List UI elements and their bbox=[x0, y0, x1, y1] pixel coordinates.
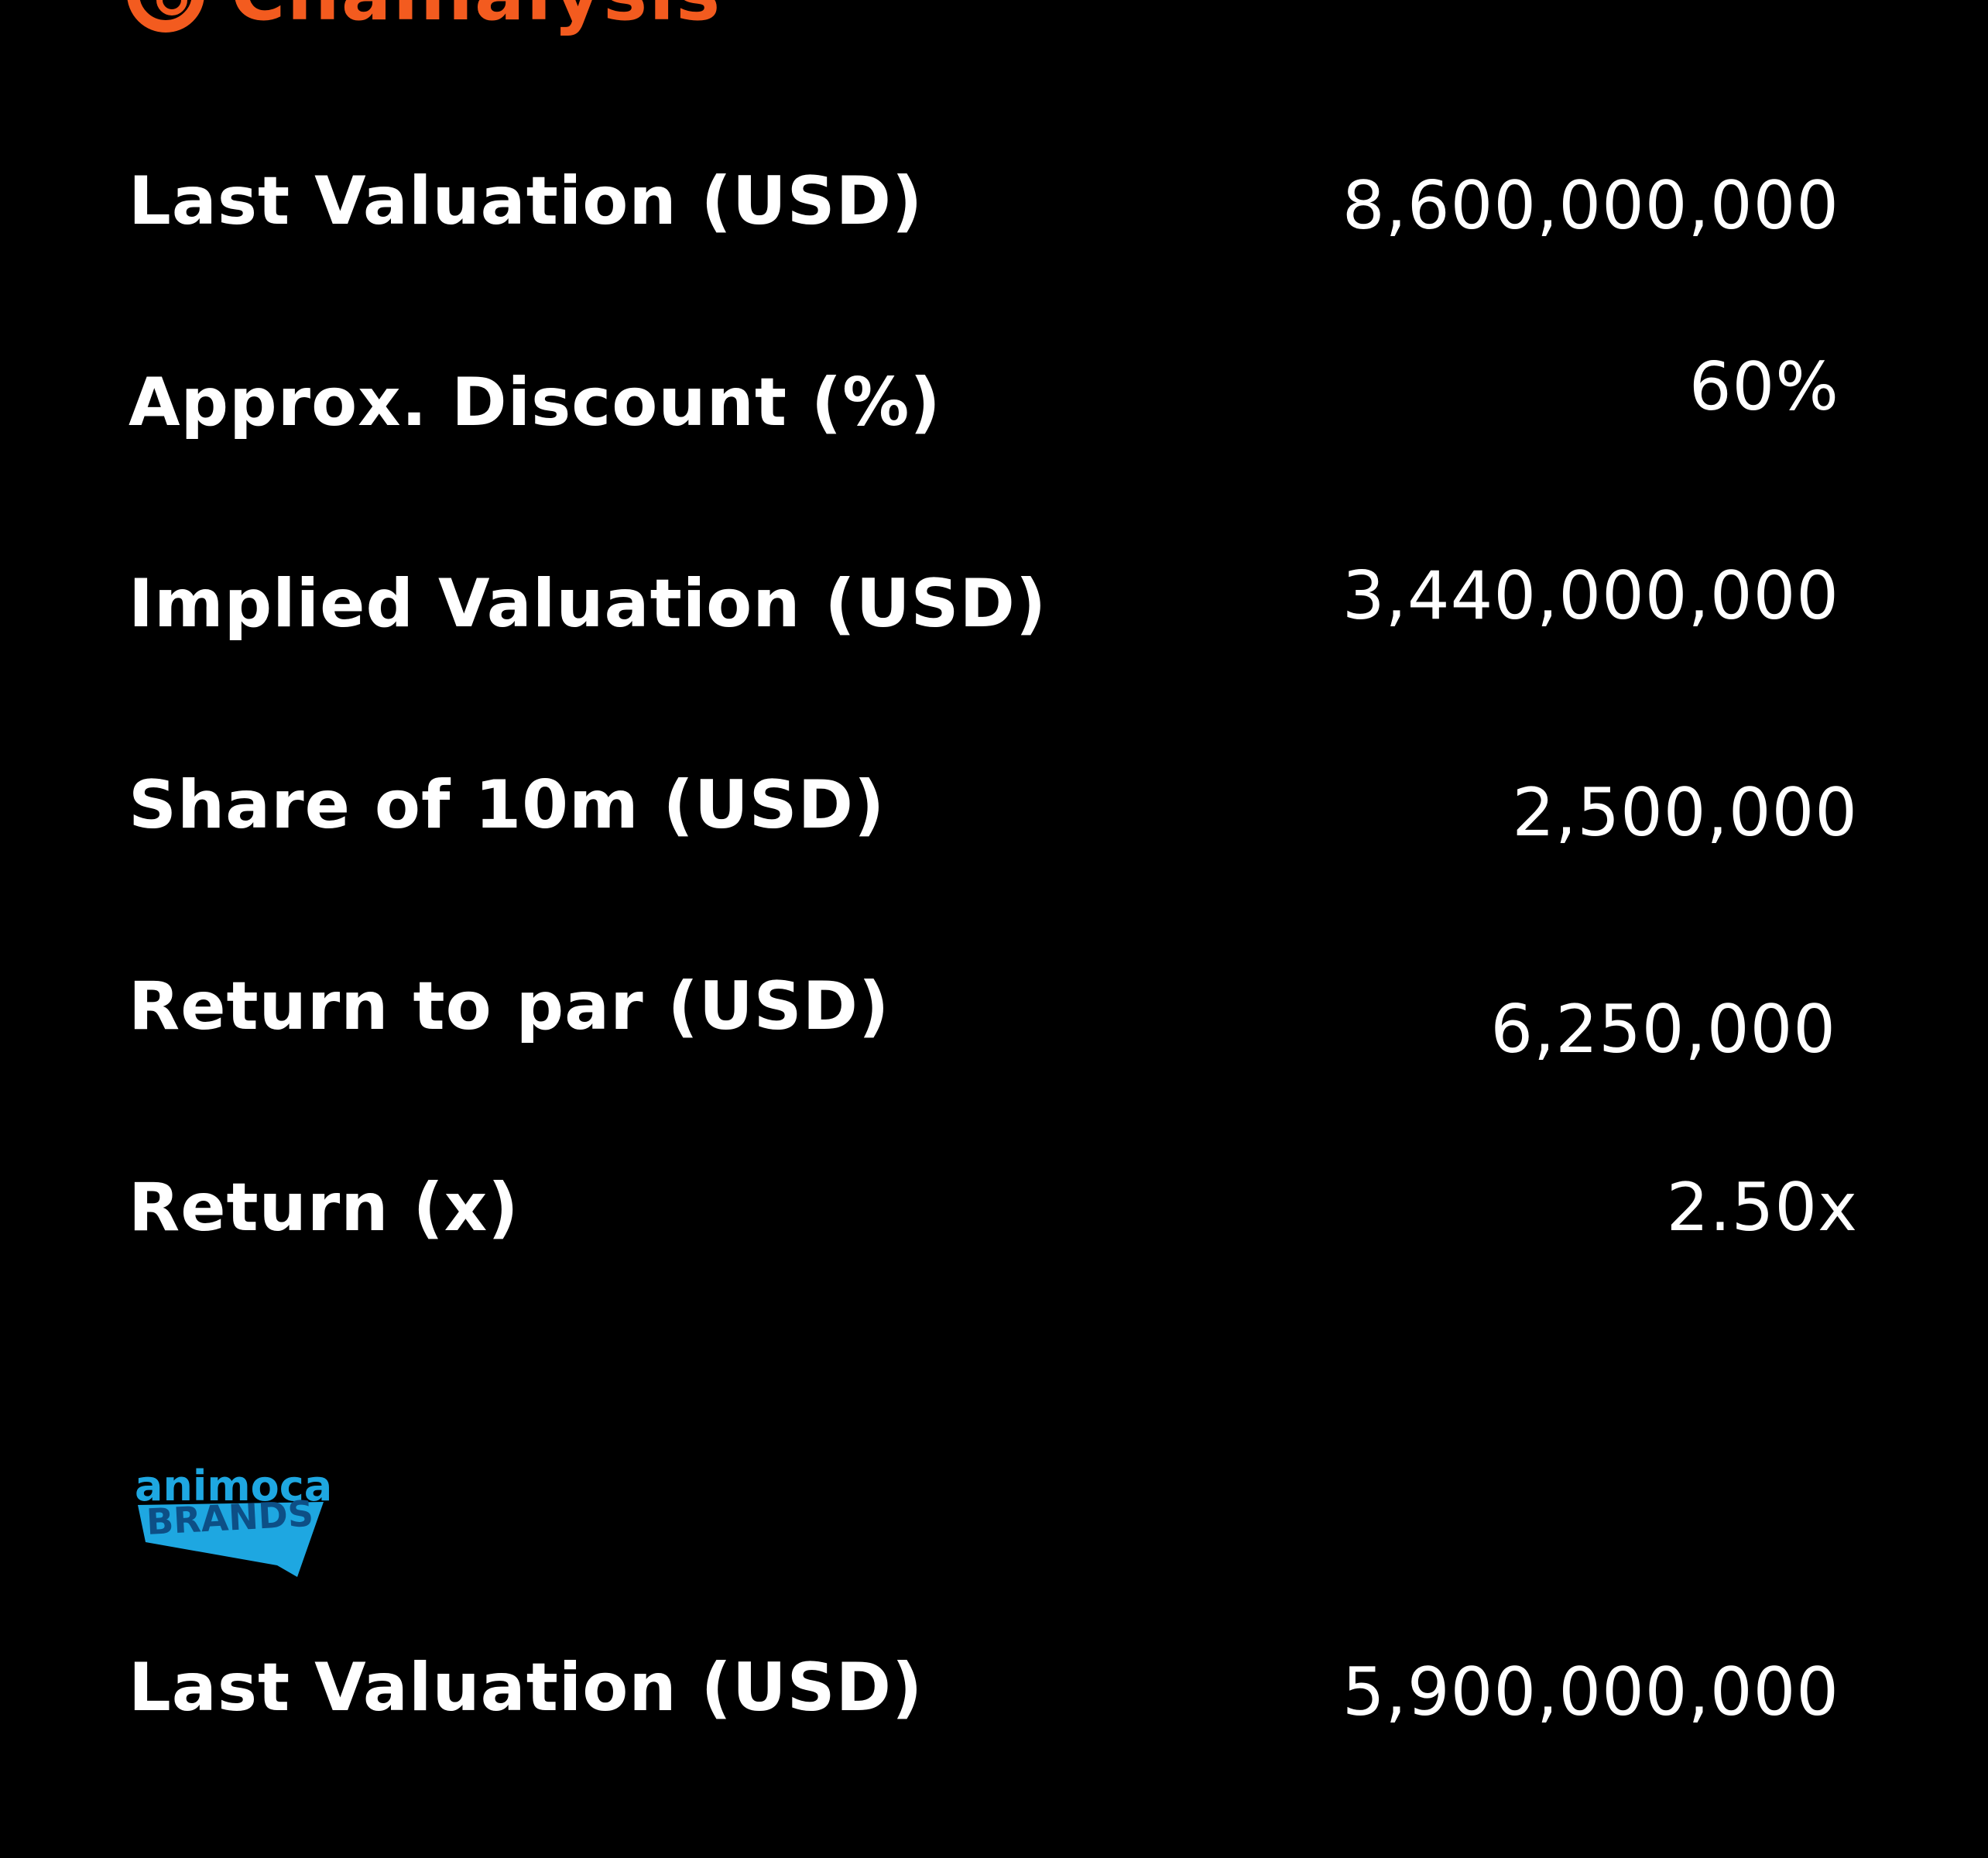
row-value: 2,500,000 bbox=[1512, 774, 1858, 852]
table-row: Return to par (USD) 6,250,000 bbox=[0, 960, 1988, 1068]
animoca-brands-logo-icon: animoca BRANDS bbox=[135, 1462, 332, 1577]
row-value: 5,900,000,000 bbox=[1342, 1654, 1839, 1731]
chainalysis-logo-icon bbox=[127, 0, 204, 33]
svg-text:BRANDS: BRANDS bbox=[146, 1493, 314, 1543]
table-row: Approx. Discount (%) 60% bbox=[0, 348, 1988, 464]
row-value: 60% bbox=[1688, 348, 1839, 426]
table-row: Return (x) 2.50x bbox=[0, 1161, 1988, 1270]
table-row: Last Valuation (USD) 8,600,000,000 bbox=[0, 155, 1988, 263]
row-label: Implied Valuation (USD) bbox=[129, 565, 1047, 643]
row-value: 8,600,000,000 bbox=[1342, 167, 1839, 245]
table-row: Last Valuation (USD) 5,900,000,000 bbox=[0, 1641, 1988, 1750]
table-row: Share of 10m (USD) 2,500,000 bbox=[0, 759, 1988, 867]
row-label: Return (x) bbox=[129, 1169, 519, 1246]
row-value: 2.50x bbox=[1666, 1169, 1858, 1246]
row-label: Share of 10m (USD) bbox=[129, 766, 886, 844]
chainalysis-logo: Chainalysis bbox=[127, 0, 722, 33]
row-label: Last Valuation (USD) bbox=[129, 1649, 924, 1726]
row-value: 3,440,000,000 bbox=[1342, 557, 1839, 635]
row-label: Last Valuation (USD) bbox=[129, 163, 924, 240]
row-label: Return to par (USD) bbox=[129, 968, 890, 1045]
row-value: 6,250,000 bbox=[1490, 991, 1836, 1068]
animoca-brands-logo: animoca BRANDS bbox=[130, 1457, 347, 1581]
table-row: Implied Valuation (USD) 3,440,000,000 bbox=[0, 557, 1988, 666]
chainalysis-logo-text: Chainalysis bbox=[231, 0, 722, 33]
row-label: Approx. Discount (%) bbox=[129, 364, 941, 441]
